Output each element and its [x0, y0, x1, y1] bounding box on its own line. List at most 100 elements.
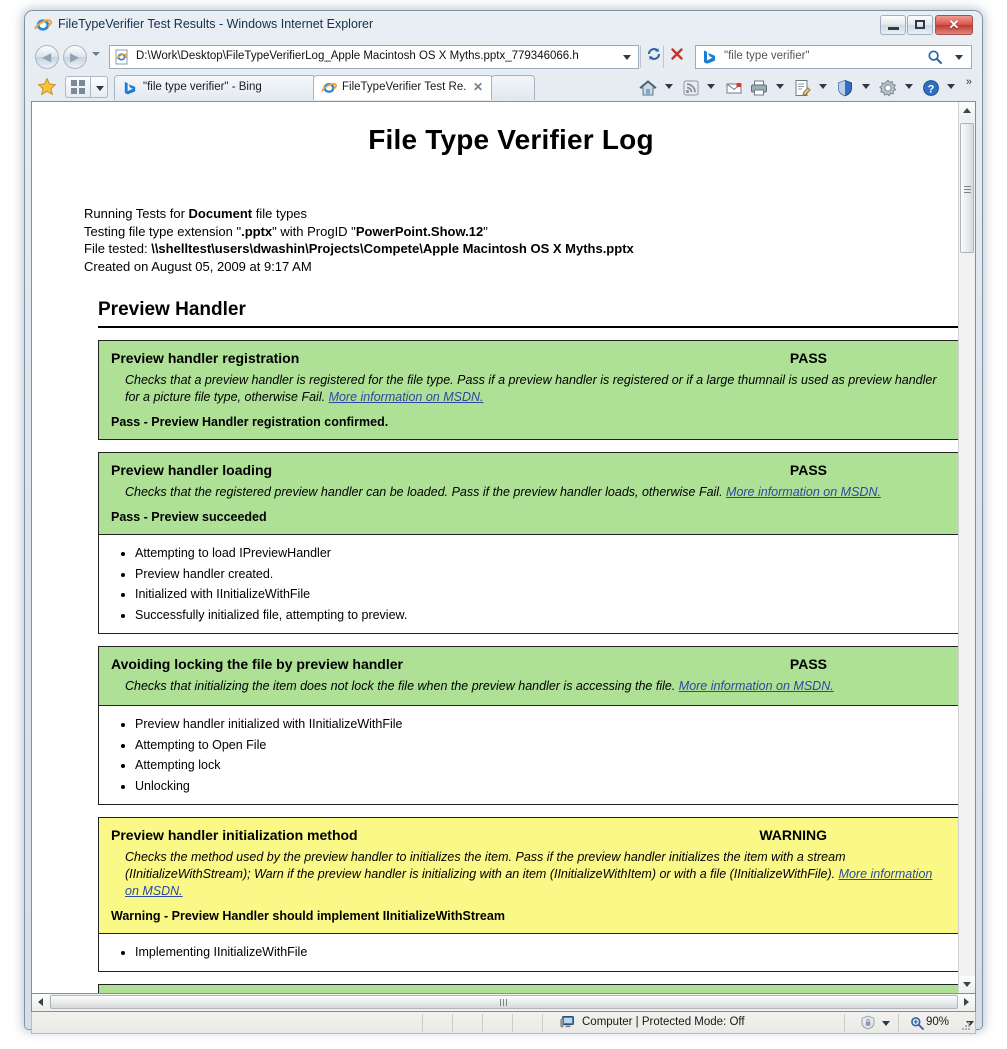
search-input[interactable]: "file type verifier" [695, 45, 972, 69]
minimize-button[interactable] [880, 15, 906, 35]
print-icon [749, 78, 769, 98]
msdn-link[interactable]: More information on MSDN. [726, 485, 881, 499]
quick-tabs-icon [71, 80, 85, 94]
content-frame: File Type Verifier Log Running Tests for… [31, 101, 976, 994]
zoom-level-text: 90% [926, 1016, 950, 1028]
internet-explorer-icon [321, 80, 338, 96]
msdn-link[interactable]: More information on MSDN. [329, 390, 484, 404]
favorites-star-icon[interactable] [37, 77, 57, 97]
list-item: Successfully initialized file, attemptin… [135, 605, 958, 626]
tab-filetypeverifier-results[interactable]: FileTypeVerifier Test Re... ✕ [313, 75, 493, 100]
search-icon[interactable] [927, 49, 943, 65]
scroll-down-button[interactable] [959, 976, 975, 993]
intro-block: Running Tests for Document file types Te… [84, 205, 938, 275]
chevron-down-icon[interactable] [775, 84, 784, 89]
test-block: Preview handler loading PASS Checks that… [98, 452, 958, 634]
test-log-list: Attempting to load IPreviewHandler Previ… [98, 535, 958, 634]
scroll-up-button[interactable] [959, 102, 975, 119]
test-title-row: Avoiding locking the file by preview han… [111, 656, 947, 673]
safety-button[interactable] [835, 75, 872, 98]
test-description: Checks the method used by the preview ha… [125, 849, 947, 900]
caret-down-icon [963, 982, 971, 987]
document-viewport: File Type Verifier Log Running Tests for… [32, 102, 958, 993]
test-header: Preview handler initialization method WA… [98, 817, 958, 934]
horizontal-scrollbar-thumb[interactable] [50, 995, 958, 1009]
caret-right-icon [964, 998, 969, 1006]
new-tab-button[interactable] [491, 75, 535, 100]
chevron-down-icon[interactable] [818, 84, 827, 89]
chevron-down-icon[interactable] [904, 84, 913, 89]
toolbar-divider [640, 46, 641, 68]
tools-gear-icon [878, 78, 898, 98]
address-chevron-down-icon[interactable] [623, 55, 631, 60]
search-chevron-down-icon[interactable] [955, 55, 963, 60]
intro-line-3: File tested: \\shelltest\users\dwashin\P… [84, 240, 938, 258]
test-header: Preview handler performance PASS [98, 983, 958, 993]
chevron-down-icon[interactable] [707, 84, 716, 89]
refresh-button[interactable] [643, 46, 665, 68]
quick-tabs-button[interactable] [65, 76, 91, 98]
zoom-magnifier-icon[interactable] [910, 1016, 924, 1030]
browser-window: FileTypeVerifier Test Results - Windows … [25, 11, 982, 1034]
page-favicon-icon [114, 49, 130, 65]
safety-shield-icon [835, 78, 855, 98]
test-header: Preview handler loading PASS Checks that… [98, 452, 958, 535]
vertical-scrollbar-thumb[interactable] [960, 123, 974, 253]
tab-bing-search[interactable]: "file type verifier" - Bing [114, 75, 316, 100]
status-divider [482, 1014, 483, 1032]
home-button[interactable] [638, 75, 675, 98]
bing-icon [122, 80, 138, 96]
grip-line [964, 186, 971, 187]
forward-button[interactable]: ▶ [63, 45, 87, 69]
test-log-list: Implementing IInitializeWithFile [98, 934, 958, 972]
status-divider [422, 1014, 423, 1032]
minimize-icon [888, 27, 899, 30]
status-badge: PASS [789, 656, 827, 672]
tab-close-icon[interactable]: ✕ [473, 80, 483, 95]
chevron-down-icon[interactable] [947, 84, 956, 89]
intro-line-2-progid: PowerPoint.Show.12 [355, 223, 484, 239]
restore-button[interactable] [907, 15, 933, 35]
test-title: Preview handler registration [111, 350, 300, 366]
resize-grip[interactable] [960, 1019, 972, 1031]
test-title-row: Preview handler loading PASS [111, 462, 947, 479]
help-button[interactable]: ? [921, 75, 958, 98]
tab-bar: "file type verifier" - Bing FileTypeVeri… [25, 73, 982, 101]
protected-mode-chevron-down-icon[interactable] [882, 1021, 890, 1026]
intro-line-2: Testing file type extension ".pptx" with… [84, 223, 938, 241]
page-button[interactable] [792, 75, 829, 98]
section-heading-preview-handler: Preview Handler [98, 299, 958, 328]
tab-label: FileTypeVerifier Test Re... [342, 81, 466, 93]
address-bar-row: ◀ ▶ D:\Work\Desktop\FileTypeVerifierLog_… [25, 41, 982, 73]
address-input[interactable]: D:\Work\Desktop\FileTypeVerifierLog_Appl… [109, 45, 639, 69]
tab-list-button[interactable] [91, 76, 108, 98]
scroll-left-button[interactable] [32, 994, 49, 1010]
list-item: Attempting lock [135, 755, 958, 776]
tools-button[interactable] [878, 75, 915, 98]
intro-line-1-bold: Document [188, 206, 253, 221]
recent-pages-chevron-down-icon[interactable] [92, 52, 100, 56]
close-button[interactable]: ✕ [935, 15, 973, 35]
intro-line-1: Running Tests for Document file types [84, 205, 938, 223]
list-item: Preview handler created. [135, 564, 958, 585]
horizontal-scrollbar[interactable] [31, 994, 976, 1012]
chevron-down-icon[interactable] [861, 84, 870, 89]
scroll-right-button[interactable] [958, 994, 975, 1010]
grip-line [503, 999, 504, 1006]
back-arrow-icon: ◀ [42, 50, 52, 64]
stop-button[interactable] [666, 46, 688, 68]
vertical-scrollbar[interactable] [958, 102, 975, 993]
back-button[interactable]: ◀ [35, 45, 59, 69]
grip-line [964, 189, 971, 190]
status-divider [898, 1014, 899, 1032]
mail-button[interactable] [724, 75, 744, 98]
msdn-link[interactable]: More information on MSDN. [679, 679, 834, 693]
test-description-text: Checks the method used by the preview ha… [125, 850, 846, 881]
chevron-down-icon[interactable] [664, 84, 673, 89]
print-button[interactable] [749, 75, 786, 98]
test-header: Preview handler registration PASS Checks… [98, 340, 958, 440]
feeds-button[interactable] [681, 75, 718, 98]
command-bar-overflow-button[interactable]: » [966, 76, 972, 88]
mail-icon [724, 78, 744, 98]
desktop-background: FileTypeVerifier Test Results - Windows … [0, 0, 1007, 1049]
